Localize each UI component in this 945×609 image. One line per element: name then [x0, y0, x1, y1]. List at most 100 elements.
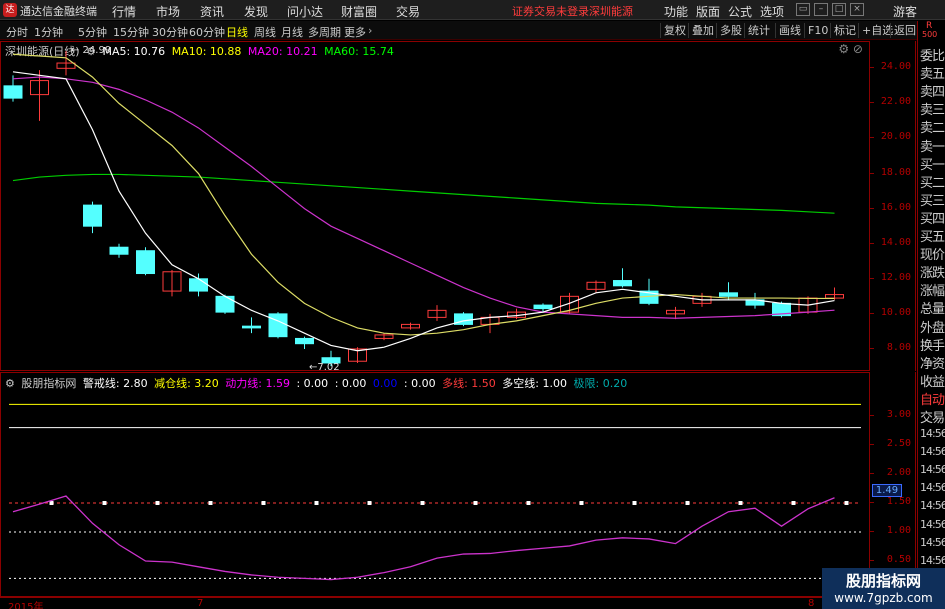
signal-marker: [791, 501, 796, 505]
chevron-right-icon[interactable]: ›: [368, 24, 372, 37]
side-item: 买五: [920, 230, 945, 245]
side-item: 买二: [920, 175, 945, 191]
period-1min[interactable]: 1分钟: [34, 24, 63, 40]
side-item: 换手: [920, 338, 945, 354]
signal-marker: [49, 501, 54, 505]
period-daily[interactable]: 日线: [226, 24, 248, 40]
statistics-button[interactable]: 统计: [744, 23, 773, 38]
period-60min[interactable]: 60分钟: [189, 24, 225, 40]
menu-news[interactable]: 资讯: [200, 3, 224, 20]
side-item: 净资: [920, 356, 945, 372]
current-value-badge: 1.49: [872, 484, 902, 497]
side-item: 14:56: [920, 553, 945, 567]
candle-body: [295, 337, 314, 345]
period-multi[interactable]: 多周期: [308, 24, 341, 40]
close-icon[interactable]: ×: [850, 3, 864, 16]
price-tick-mark: [870, 207, 874, 209]
signal-marker: [473, 501, 478, 505]
draw-line-button[interactable]: 画线: [775, 23, 804, 38]
ma60-line: [12, 173, 835, 214]
signal-marker: [632, 501, 637, 505]
side-item: 买四: [920, 211, 945, 227]
candle-body: [83, 204, 102, 227]
period-monthly[interactable]: 月线: [281, 24, 303, 40]
side-item: 卖一: [920, 139, 945, 155]
signal-marker: [738, 501, 743, 505]
menu-market[interactable]: 行情: [112, 3, 136, 20]
menu-layout[interactable]: 版面: [696, 3, 720, 20]
period-tick[interactable]: 分时: [6, 24, 28, 40]
period-5min[interactable]: 5分钟: [78, 24, 107, 40]
signal-marker: [526, 501, 531, 505]
side-n: 500: [922, 30, 938, 39]
indicator-tick-mark: [870, 444, 874, 445]
user-label[interactable]: 游客: [893, 3, 917, 20]
period-toolbar: 分时 1分钟 5分钟 15分钟 30分钟 60分钟 日线 周线 月线 多周期 更…: [0, 21, 945, 40]
price-chart-panel[interactable]: 深圳能源(日线) ⚙ MA5: 10.76 MA10: 10.88 MA20: …: [0, 41, 870, 371]
maximize-icon[interactable]: □: [832, 3, 846, 16]
signal-marker: [314, 501, 319, 505]
period-weekly[interactable]: 周线: [254, 24, 276, 40]
price-tick-label: 16.00: [880, 201, 911, 213]
menu-discover[interactable]: 发现: [244, 3, 268, 20]
price-tick-label: 10.00: [880, 306, 911, 318]
trade-login-warning[interactable]: 证券交易未登录: [512, 3, 589, 19]
menu-trade[interactable]: 交易: [396, 3, 420, 20]
side-item: 买三: [920, 193, 945, 209]
side-item: 委比: [920, 49, 945, 64]
watermark: 股朋指标网 www.7gpzb.com: [822, 568, 945, 609]
signal-marker: [420, 501, 425, 505]
candle-body: [719, 292, 738, 297]
signal-marker: [261, 501, 266, 505]
mark-button[interactable]: 标记: [830, 23, 859, 38]
side-item: 收益: [920, 374, 945, 390]
adjust-button[interactable]: 复权: [660, 23, 689, 38]
menu-ask[interactable]: 问小达: [287, 3, 323, 20]
side-item: 14:56: [920, 481, 945, 495]
candle-body: [613, 280, 632, 287]
indicator-tick-label: 2.50: [886, 438, 911, 449]
signal-marker: [102, 501, 107, 505]
ma5-line: [12, 71, 835, 352]
side-item[interactable]: 交易: [920, 407, 945, 426]
menu-function[interactable]: 功能: [664, 3, 688, 20]
period-more[interactable]: 更多: [344, 24, 366, 40]
price-tick-mark: [870, 137, 874, 139]
indicator-chart: [9, 403, 861, 581]
menu-formula[interactable]: 公式: [728, 3, 752, 20]
price-chart: ← 24.99 ←7.02: [3, 45, 844, 370]
indicator-tick-label: 1.00: [886, 525, 911, 536]
menu-wealth[interactable]: 财富圈: [341, 3, 377, 20]
ma20-line: [12, 76, 835, 319]
indicator-panel[interactable]: ⚙ 股朋指标网 警戒线: 2.80 减仓线: 3.20 动力线: 1.59 : …: [0, 372, 870, 597]
side-item: 14:56: [920, 463, 945, 477]
side-item: 14:56: [920, 517, 945, 531]
menu-options[interactable]: 选项: [760, 3, 784, 20]
power-line: [12, 495, 835, 581]
indicator-tick-label: 2.00: [886, 467, 911, 478]
price-tick-mark: [870, 102, 874, 104]
price-tick-mark: [870, 347, 874, 349]
side-item: 14:56: [920, 427, 945, 440]
window-icon[interactable]: ▭: [796, 3, 810, 16]
price-tick-label: 24.00: [880, 61, 911, 73]
side-item: 涨幅: [920, 284, 945, 300]
multi-stock-button[interactable]: 多股: [716, 23, 745, 38]
price-axis: 24.00 22.00 20.00 18.00 16.00 14.00 12.00 10.00…: [870, 41, 916, 371]
high-price-label: ← 24.99: [71, 45, 111, 56]
period-15min[interactable]: 15分钟: [113, 24, 149, 40]
menu-markets[interactable]: 市场: [156, 3, 180, 20]
f10-button[interactable]: F10: [804, 23, 831, 38]
back-button[interactable]: 返回: [890, 23, 919, 38]
price-tick-label: 22.00: [880, 96, 911, 108]
price-tick-mark: [870, 67, 874, 69]
overlay-button[interactable]: 叠加: [688, 23, 717, 38]
price-tick-label: 12.00: [880, 271, 911, 283]
indicator-tick-mark: [870, 560, 874, 561]
candle-body: [242, 325, 261, 329]
period-30min[interactable]: 30分钟: [152, 24, 188, 40]
side-item[interactable]: 自动: [920, 389, 945, 408]
low-price-label: ←7.02: [309, 362, 340, 370]
minimize-icon[interactable]: –: [814, 3, 828, 16]
date-axis: 2015年 7 8: [0, 597, 917, 609]
